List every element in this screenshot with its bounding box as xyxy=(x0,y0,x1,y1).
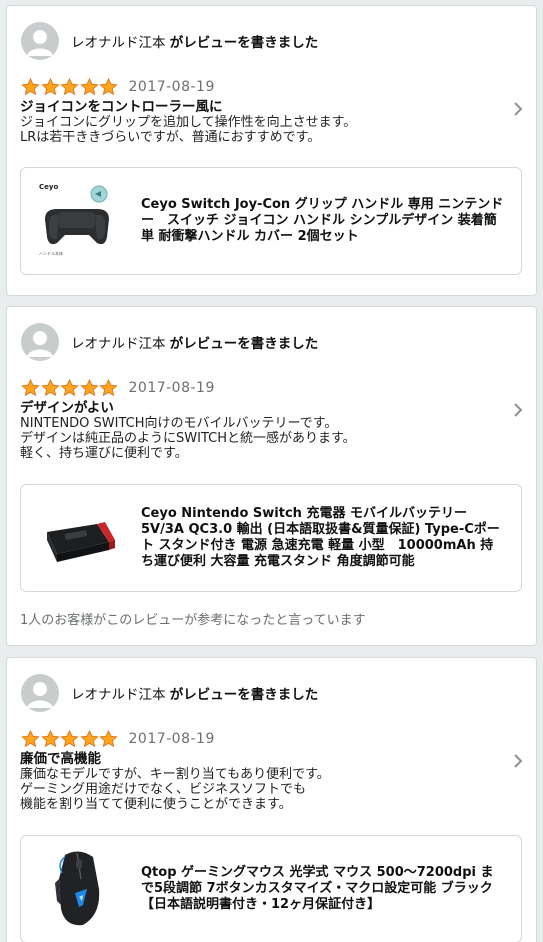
star-icon xyxy=(60,730,79,748)
person-avatar-icon[interactable] xyxy=(21,22,59,60)
person-avatar-icon[interactable] xyxy=(21,323,59,361)
star-icon xyxy=(21,730,40,748)
chevron-right-icon[interactable] xyxy=(512,100,524,118)
review-header: レオナルド江本 がレビューを書きました xyxy=(21,22,318,60)
review-title: デザインがよい xyxy=(20,400,114,416)
reviewer-name[interactable]: レオナルド江本 xyxy=(71,687,166,703)
person-avatar-icon[interactable] xyxy=(21,674,59,712)
star-icon xyxy=(21,379,40,397)
product-card[interactable]: Ceyo ハンドル本体 Ceyo Switch Joy-Con グリップ ハンド… xyxy=(20,167,522,275)
review-date: 2017-08-19 xyxy=(128,731,215,747)
star-rating xyxy=(21,730,119,748)
star-icon xyxy=(79,730,99,748)
star-icon xyxy=(99,730,118,748)
rating-row: 2017-08-19 xyxy=(21,379,215,397)
review-body: 廉価なモデルですが、キー割り当てもあり便利です。 ゲーミング用途だけでなく、ビジ… xyxy=(20,767,330,812)
review-date: 2017-08-19 xyxy=(128,79,215,95)
star-icon xyxy=(60,78,79,96)
star-icon xyxy=(40,78,60,96)
star-icon xyxy=(40,379,60,397)
star-icon xyxy=(99,379,118,397)
review-action: がレビューを書きました xyxy=(169,336,319,352)
product-card[interactable]: Qtop ゲーミングマウス 光学式 マウス 500〜7200dpi まで5段調節… xyxy=(20,835,522,942)
product-title[interactable]: Ceyo Switch Joy-Con グリップ ハンドル 専用 ニンテンドー … xyxy=(141,197,505,245)
star-icon xyxy=(60,379,79,397)
review-date: 2017-08-19 xyxy=(128,380,215,396)
reviewer-name[interactable]: レオナルド江本 xyxy=(71,35,166,51)
review-card: レオナルド江本 がレビューを書きました 2017-08-19 デザインがよい N… xyxy=(6,306,537,646)
review-title: 廉価で高機能 xyxy=(20,751,101,767)
gaming-mouse-image xyxy=(35,849,127,929)
product-title[interactable]: Ceyo Nintendo Switch 充電器 モバイルバッテリー 5V/3A… xyxy=(141,506,505,570)
helpful-count: 1人のお客様がこのレビューが参考になったと言っています xyxy=(20,613,366,628)
review-title: ジョイコンをコントローラー風に xyxy=(20,99,223,115)
review-header: レオナルド江本 がレビューを書きました xyxy=(21,674,318,712)
star-rating xyxy=(21,78,119,96)
svg-text:ハンドル本体: ハンドル本体 xyxy=(39,250,63,256)
reviewer-name[interactable]: レオナルド江本 xyxy=(71,336,166,352)
review-content[interactable]: 廉価で高機能 廉価なモデルですが、キー割り当てもあり便利です。 ゲーミング用途だ… xyxy=(20,751,496,813)
review-card: レオナルド江本 がレビューを書きました 2017-08-19 廉価で高機能 廉価… xyxy=(6,657,537,942)
star-icon xyxy=(40,730,60,748)
battery-stand-image xyxy=(35,498,127,578)
review-content[interactable]: デザインがよい NINTENDO SWITCH向けのモバイルバッテリーです。 デ… xyxy=(20,400,496,462)
review-feed: レオナルド江本 がレビューを書きました 2017-08-19 ジョイコンをコント… xyxy=(0,0,543,942)
star-rating xyxy=(21,379,119,397)
star-icon xyxy=(79,379,99,397)
controller-grip-image: Ceyo ハンドル本体 xyxy=(35,181,127,261)
review-content[interactable]: ジョイコンをコントローラー風に ジョイコンにグリップを追加して操作性を向上させま… xyxy=(20,99,496,146)
review-card: レオナルド江本 がレビューを書きました 2017-08-19 ジョイコンをコント… xyxy=(6,5,537,296)
product-title[interactable]: Qtop ゲーミングマウス 光学式 マウス 500〜7200dpi まで5段調節… xyxy=(141,865,505,913)
review-header: レオナルド江本 がレビューを書きました xyxy=(21,323,318,361)
review-body: ジョイコンにグリップを追加して操作性を向上させます。 LRは若干ききづらいですが… xyxy=(20,115,357,145)
star-icon xyxy=(99,78,118,96)
rating-row: 2017-08-19 xyxy=(21,730,215,748)
review-action: がレビューを書きました xyxy=(169,35,319,51)
review-body: NINTENDO SWITCH向けのモバイルバッテリーです。 デザインは純正品の… xyxy=(20,416,356,461)
review-action: がレビューを書きました xyxy=(169,687,319,703)
star-icon xyxy=(21,78,40,96)
product-card[interactable]: Ceyo Nintendo Switch 充電器 モバイルバッテリー 5V/3A… xyxy=(20,484,522,592)
star-icon xyxy=(79,78,99,96)
chevron-right-icon[interactable] xyxy=(512,752,524,770)
chevron-right-icon[interactable] xyxy=(512,401,524,419)
rating-row: 2017-08-19 xyxy=(21,78,215,96)
